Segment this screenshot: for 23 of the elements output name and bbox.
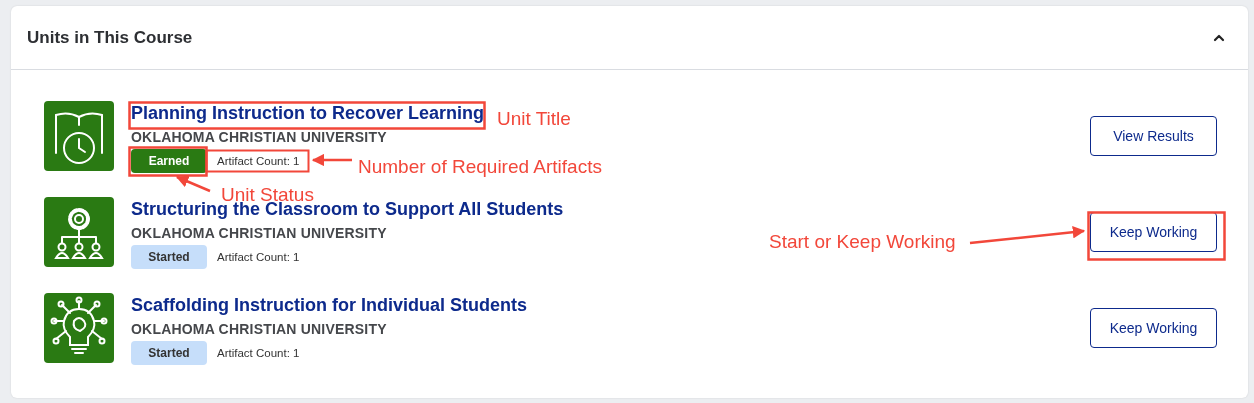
artifact-count: Artifact Count: 1 <box>217 347 300 359</box>
action-button[interactable]: Keep Working <box>1090 308 1217 348</box>
institution-name: OKLAHOMA CHRISTIAN UNIVERSITY <box>131 129 387 145</box>
action-button[interactable]: View Results <box>1090 116 1217 156</box>
unit-title[interactable]: Scaffolding Instruction for Individual Students <box>131 293 527 317</box>
gear-people-icon <box>44 197 114 267</box>
lightbulb-circuit-icon <box>44 293 114 363</box>
action-button[interactable]: Keep Working <box>1090 212 1217 252</box>
status-badge: Started <box>131 341 207 365</box>
artifact-count: Artifact Count: 1 <box>217 251 300 263</box>
annotation-label: Start or Keep Working <box>769 231 956 253</box>
unit-title[interactable]: Planning Instruction to Recover Learning <box>131 101 485 125</box>
book-clock-icon <box>44 101 114 171</box>
artifact-count: Artifact Count: 1 <box>217 155 300 167</box>
institution-name: OKLAHOMA CHRISTIAN UNIVERSITY <box>131 225 387 241</box>
arrow <box>175 175 211 193</box>
status-badge: Earned <box>131 149 207 173</box>
arrow <box>311 153 352 167</box>
institution-name: OKLAHOMA CHRISTIAN UNIVERSITY <box>131 321 387 337</box>
annotation-label: Number of Required Artifacts <box>358 156 602 178</box>
section-title: Units in This Course <box>27 27 193 48</box>
annotation-label: Unit Title <box>497 108 571 130</box>
status-badge: Started <box>131 245 207 269</box>
